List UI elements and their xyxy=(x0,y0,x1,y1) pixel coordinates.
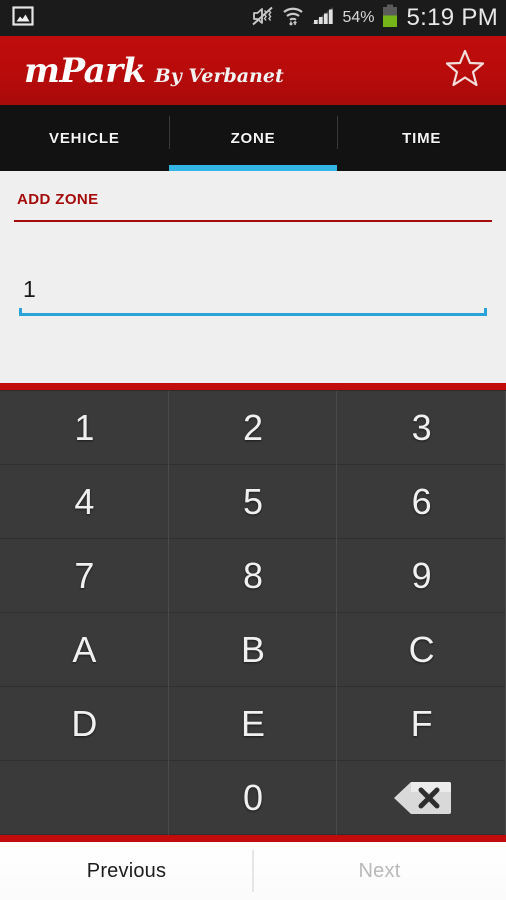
key-1[interactable]: 1 xyxy=(0,391,169,465)
key-e-label: E xyxy=(240,703,265,744)
keypad-top-accent-bar xyxy=(0,383,506,390)
app-root: 54% 5:19 PM mPark By Verbanet VEHICLE ZO… xyxy=(0,0,506,900)
key-2[interactable]: 2 xyxy=(168,391,338,465)
key-c-label: C xyxy=(408,629,435,670)
tab-vehicle[interactable]: VEHICLE xyxy=(0,105,169,171)
key-4-label: 4 xyxy=(74,481,95,522)
key-backspace[interactable] xyxy=(337,761,506,835)
battery-icon xyxy=(382,4,398,33)
tab-time-label: TIME xyxy=(402,129,442,147)
key-5-label: 5 xyxy=(242,481,263,522)
key-1-label: 1 xyxy=(74,407,95,448)
key-7[interactable]: 7 xyxy=(0,539,169,613)
brand-tagline: By Verbanet xyxy=(154,64,284,87)
key-9-label: 9 xyxy=(411,555,432,596)
section-divider xyxy=(14,220,492,222)
key-a-label: A xyxy=(72,629,97,670)
status-bar-system-icons: 54% 5:19 PM xyxy=(251,4,498,33)
key-a[interactable]: A xyxy=(0,613,169,687)
hex-keypad: 1 2 3 4 5 6 7 8 9 A B C D E F 0 xyxy=(0,390,506,835)
next-button-label: Next xyxy=(358,859,401,882)
key-f-label: F xyxy=(410,703,433,744)
key-6-label: 6 xyxy=(411,481,432,522)
key-5[interactable]: 5 xyxy=(168,465,338,539)
key-b-label: B xyxy=(240,629,265,670)
status-bar: 54% 5:19 PM xyxy=(0,0,506,36)
wifi-icon xyxy=(282,5,304,32)
key-b[interactable]: B xyxy=(168,613,338,687)
app-logo: mPark By Verbanet xyxy=(24,54,284,88)
next-button: Next xyxy=(253,842,506,900)
star-outline-icon xyxy=(444,47,486,94)
key-8-label: 8 xyxy=(242,555,263,596)
favorite-button[interactable] xyxy=(442,48,488,94)
signal-bars-icon xyxy=(311,5,335,32)
key-0[interactable]: 0 xyxy=(168,761,338,835)
brand-name: mPark xyxy=(24,50,146,91)
key-9[interactable]: 9 xyxy=(337,539,506,613)
key-7-label: 7 xyxy=(74,555,95,596)
key-d[interactable]: D xyxy=(0,687,169,761)
key-3[interactable]: 3 xyxy=(337,391,506,465)
tab-vehicle-label: VEHICLE xyxy=(49,129,120,147)
key-0-label: 0 xyxy=(242,777,263,818)
app-bar: mPark By Verbanet xyxy=(0,36,506,105)
previous-button-label: Previous xyxy=(86,859,167,882)
nav-divider xyxy=(252,850,254,892)
key-2-label: 2 xyxy=(242,407,263,448)
backspace-icon xyxy=(391,780,453,816)
key-d-label: D xyxy=(71,703,98,744)
status-bar-notifications xyxy=(12,5,34,32)
key-c[interactable]: C xyxy=(337,613,506,687)
tab-zone-label: ZONE xyxy=(230,129,276,147)
key-4[interactable]: 4 xyxy=(0,465,169,539)
tab-zone[interactable]: ZONE xyxy=(168,105,338,171)
tab-time[interactable]: TIME xyxy=(337,105,506,171)
key-blank xyxy=(0,761,169,835)
section-title: ADD ZONE xyxy=(17,191,99,208)
key-f[interactable]: F xyxy=(337,687,506,761)
tab-bar: VEHICLE ZONE TIME xyxy=(0,105,506,171)
wizard-navigation-bar: Previous Next xyxy=(0,842,506,900)
zone-form-panel: ADD ZONE xyxy=(0,171,506,383)
clock: 5:19 PM xyxy=(406,4,498,31)
key-8[interactable]: 8 xyxy=(168,539,338,613)
key-6[interactable]: 6 xyxy=(337,465,506,539)
bottom-accent-bar xyxy=(0,835,506,842)
gallery-image-icon xyxy=(12,5,34,32)
key-3-label: 3 xyxy=(411,407,432,448)
mute-vibrate-icon xyxy=(251,5,275,32)
zone-input[interactable] xyxy=(19,270,487,308)
zone-field-group xyxy=(13,270,493,316)
zone-input-underline xyxy=(19,308,487,316)
key-e[interactable]: E xyxy=(168,687,338,761)
previous-button[interactable]: Previous xyxy=(0,842,253,900)
battery-percentage: 54% xyxy=(342,9,375,26)
